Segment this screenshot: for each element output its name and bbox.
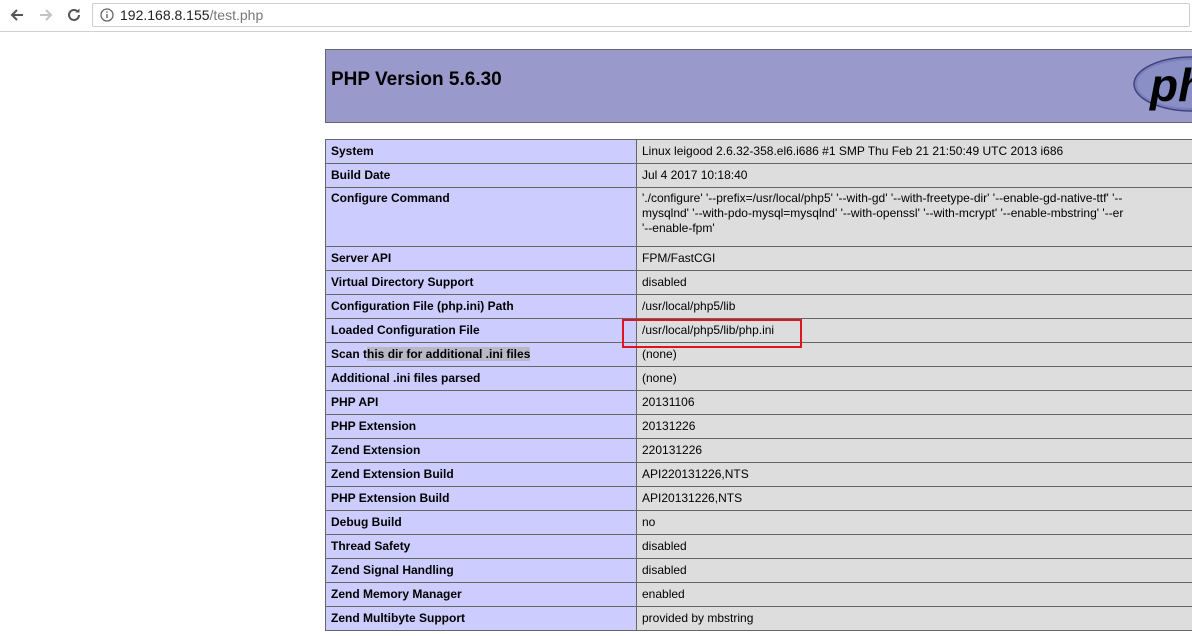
row-label: PHP API: [325, 390, 637, 415]
configure-command-line: '--enable-fpm': [642, 221, 715, 235]
row-label: Additional .ini files parsed: [325, 366, 637, 391]
table-row: Zend Memory Manager enabled: [325, 582, 1192, 607]
table-row: PHP API 20131106: [325, 390, 1192, 415]
row-label: Loaded Configuration File: [325, 318, 637, 343]
row-value: FPM/FastCGI: [636, 246, 1192, 271]
table-row: Zend Multibyte Support provided by mbstri…: [325, 606, 1192, 631]
table-row: Thread Safety disabled: [325, 534, 1192, 559]
row-label: Zend Extension Build: [325, 462, 637, 487]
table-row: Build Date Jul 4 2017 10:18:40: [325, 163, 1192, 188]
row-label: Configuration File (php.ini) Path: [325, 294, 637, 319]
row-value: /usr/local/php5/lib: [636, 294, 1192, 319]
row-label: PHP Extension: [325, 414, 637, 439]
url-text[interactable]: 192.168.8.155/test.php: [120, 6, 263, 24]
row-value: enabled: [636, 582, 1192, 607]
row-value: disabled: [636, 558, 1192, 583]
row-label: Zend Multibyte Support: [325, 606, 637, 631]
php-info-table: System Linux leigood 2.6.32-358.el6.i686 …: [325, 139, 1192, 631]
row-value: 20131106: [636, 390, 1192, 415]
row-label: Debug Build: [325, 510, 637, 535]
selected-text: his dir for additional .ini files: [367, 347, 531, 361]
row-label: Build Date: [325, 163, 637, 188]
row-value: 20131226: [636, 414, 1192, 439]
row-label: Thread Safety: [325, 534, 637, 559]
php-logo-text: php: [1148, 59, 1192, 111]
php-logo-icon: php: [1133, 56, 1192, 112]
table-row: Debug Build no: [325, 510, 1192, 535]
browser-toolbar: 192.168.8.155/test.php: [0, 0, 1192, 32]
address-bar[interactable]: 192.168.8.155/test.php: [92, 3, 1190, 27]
row-label: Virtual Directory Support: [325, 270, 637, 295]
row-label: Zend Memory Manager: [325, 582, 637, 607]
page-content: PHP Version 5.6.30 php SystemLinux leigo…: [0, 32, 1192, 636]
row-label: PHP Extension Build: [325, 486, 637, 511]
reload-icon: [68, 8, 80, 21]
row-label: Configure Command: [325, 187, 637, 247]
configure-command-line: './configure' '--prefix=/usr/local/php5'…: [642, 191, 1123, 205]
row-value: API220131226,NTS: [636, 462, 1192, 487]
row-label-text: Scan t: [331, 347, 368, 361]
table-row: Additional .ini files parsed (none): [325, 366, 1192, 391]
table-row: Zend Extension Build API220131226,NTS: [325, 462, 1192, 487]
info-icon[interactable]: [100, 8, 114, 22]
url-host: 192.168.8.155: [120, 7, 210, 23]
row-label: Scan this dir for additional .ini files: [325, 342, 637, 367]
forward-arrow-icon: [40, 9, 53, 21]
row-label: System: [325, 139, 637, 164]
row-value: no: [636, 510, 1192, 535]
table-row: Server API FPM/FastCGI: [325, 246, 1192, 271]
table-row: PHP Extension 20131226: [325, 414, 1192, 439]
row-value: './configure' '--prefix=/usr/local/php5'…: [636, 187, 1192, 247]
table-row: Configure Command './configure' '--prefix…: [325, 187, 1192, 247]
back-button[interactable]: [5, 3, 29, 27]
forward-button[interactable]: [34, 3, 58, 27]
row-value: API20131226,NTS: [636, 486, 1192, 511]
row-label: Zend Signal Handling: [325, 558, 637, 583]
table-row: Virtual Directory Support disabled: [325, 270, 1192, 295]
page-title: PHP Version 5.6.30: [331, 69, 502, 90]
table-row: Zend Extension 220131226: [325, 438, 1192, 463]
row-label: Zend Extension: [325, 438, 637, 463]
table-row: Configuration File (php.ini) Path/usr/lo…: [325, 294, 1192, 319]
highlight-box: [622, 319, 802, 348]
table-row: PHP Extension Build API20131226,NTS: [325, 486, 1192, 511]
configure-command-line: mysqlnd' '--with-pdo-mysql=mysqlnd' '--w…: [642, 206, 1124, 220]
row-value: 220131226: [636, 438, 1192, 463]
row-value: disabled: [636, 534, 1192, 559]
row-value: (none): [636, 366, 1192, 391]
php-version-header: PHP Version 5.6.30 php: [325, 49, 1192, 123]
row-value: disabled: [636, 270, 1192, 295]
row-value: provided by mbstring: [636, 606, 1192, 631]
row-label: Server API: [325, 246, 637, 271]
row-value: Jul 4 2017 10:18:40: [636, 163, 1192, 188]
back-arrow-icon: [10, 9, 23, 21]
row-value: Linux leigood 2.6.32-358.el6.i686 #1 SMP…: [636, 139, 1192, 164]
table-row: System Linux leigood 2.6.32-358.el6.i686 …: [325, 139, 1192, 164]
url-path: /test.php: [209, 7, 264, 23]
table-row: Zend Signal Handling disabled: [325, 558, 1192, 583]
reload-button[interactable]: [62, 3, 86, 27]
